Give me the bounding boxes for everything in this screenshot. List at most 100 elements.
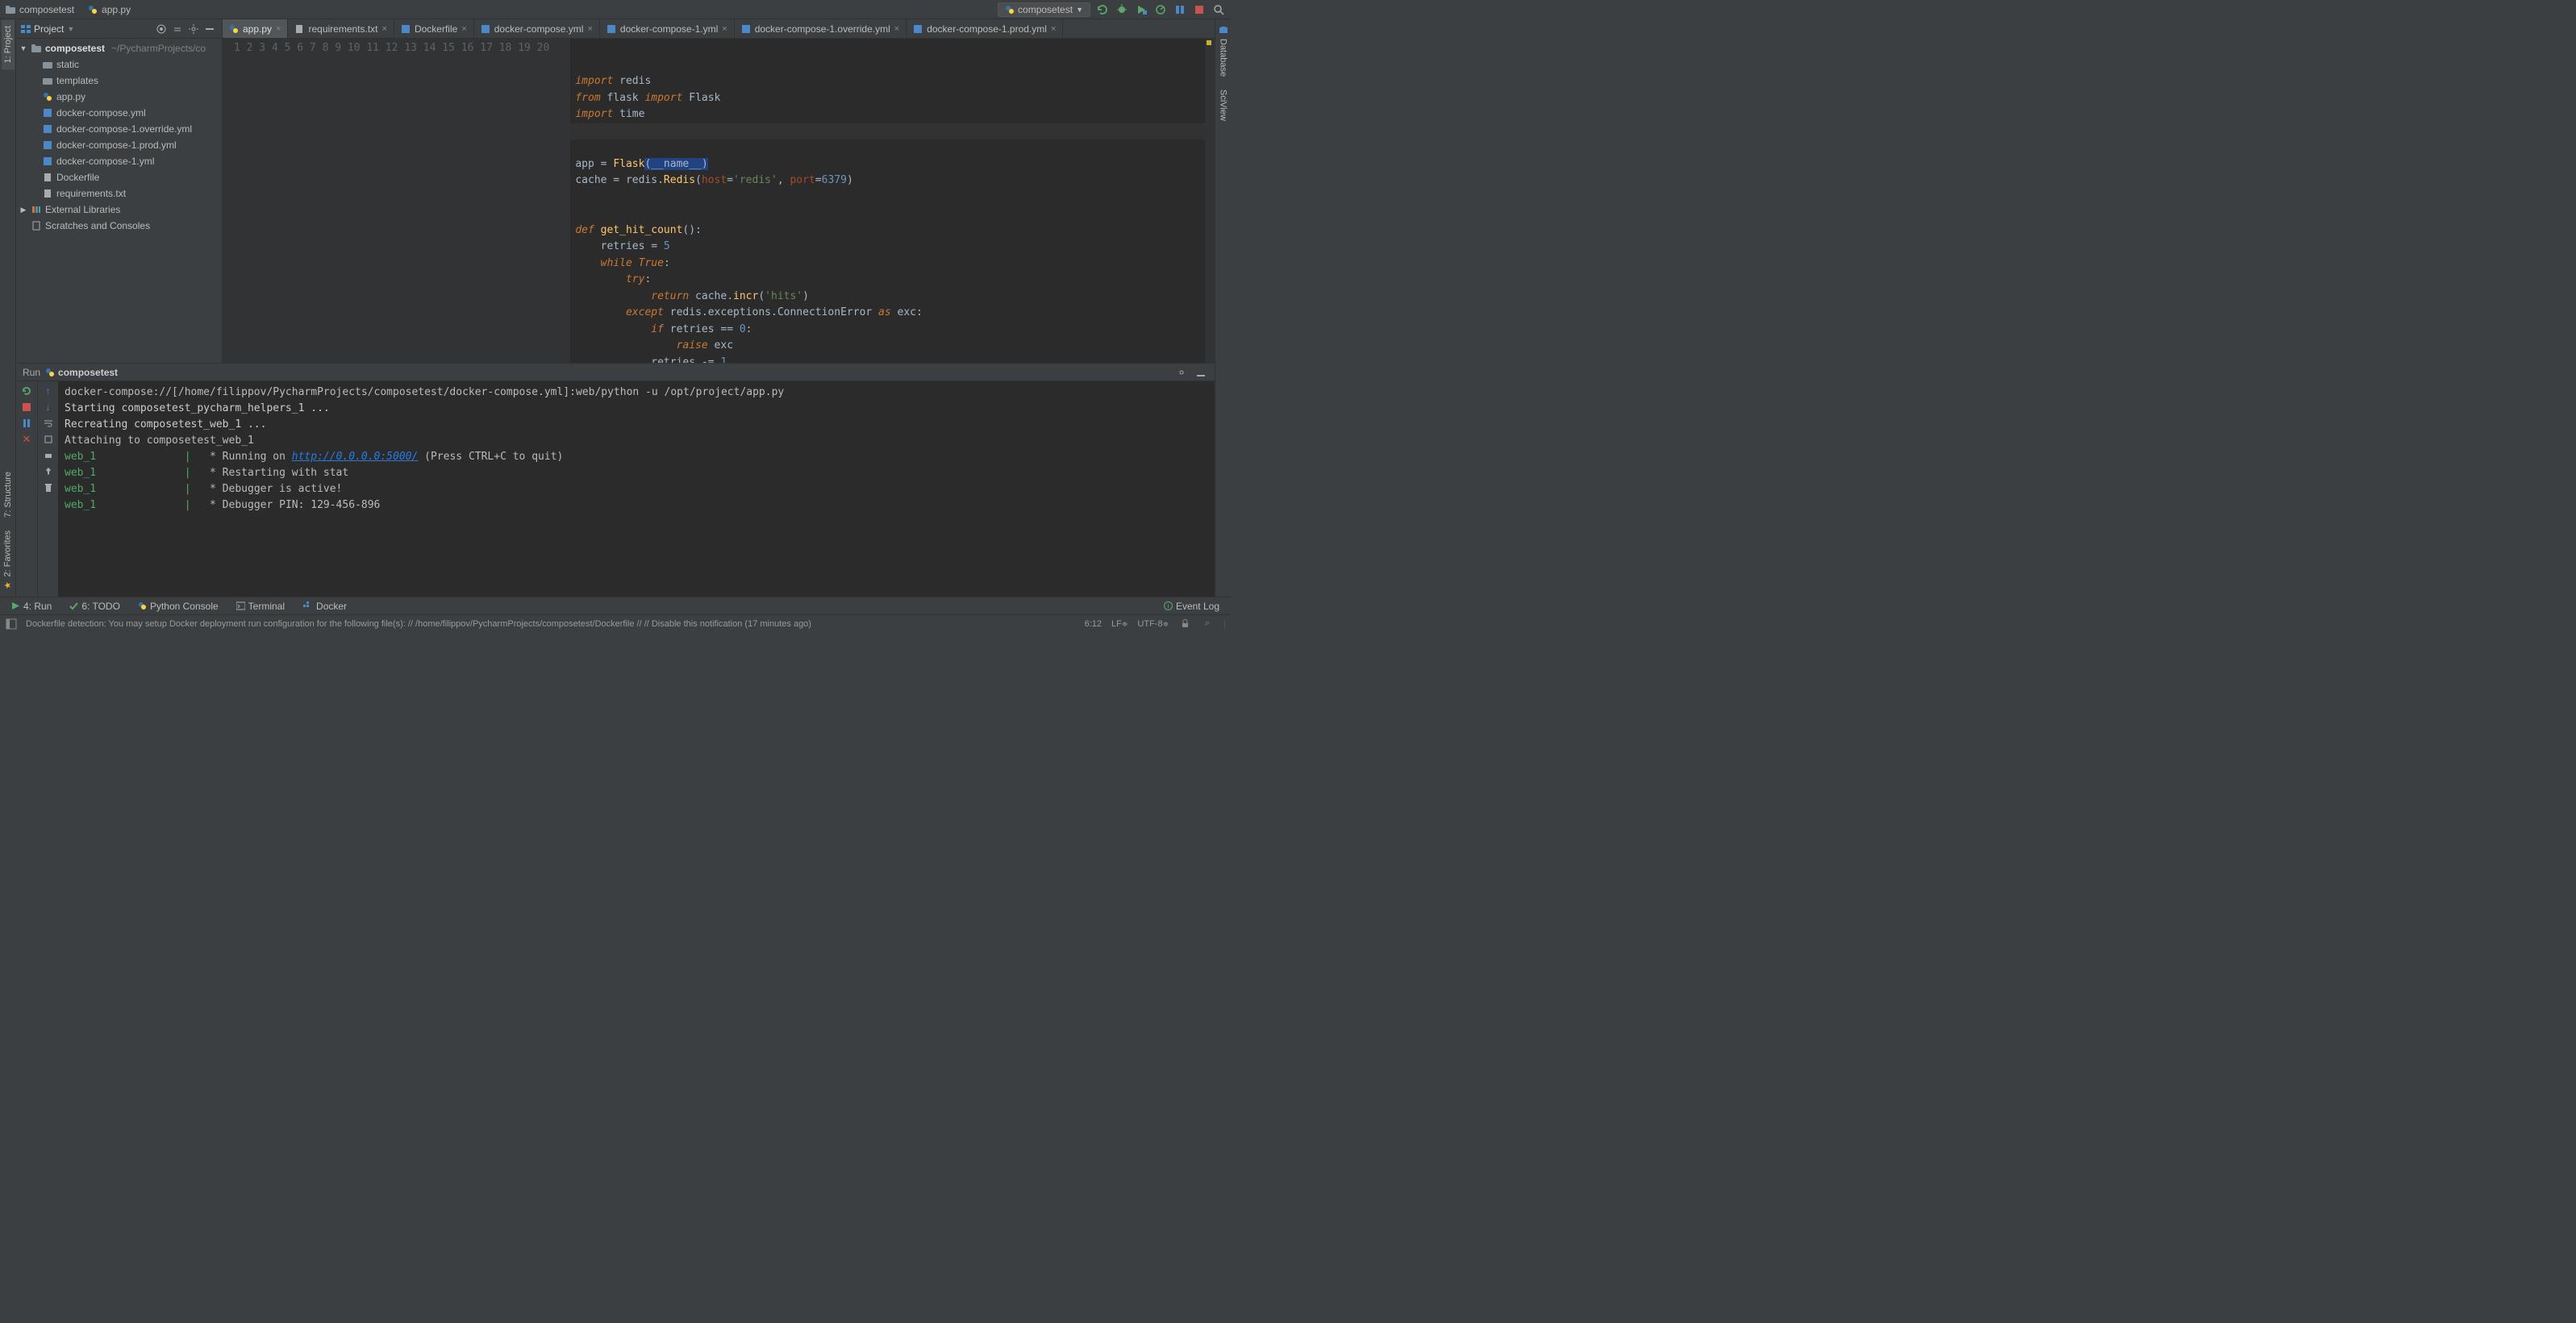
- tree-file[interactable]: Dockerfile: [16, 169, 222, 185]
- line-gutter[interactable]: 1 2 3 4 5 6 7 8 9 10 11 12 13 14 15 16 1…: [223, 39, 559, 363]
- down-icon[interactable]: ↓: [42, 401, 55, 414]
- tab-compose-override[interactable]: docker-compose-1.override.yml×: [735, 19, 907, 38]
- exit-icon[interactable]: ✕: [20, 433, 33, 446]
- status-line-ending[interactable]: LF≑: [1111, 619, 1128, 629]
- project-panel-title[interactable]: Project ▼: [21, 23, 74, 35]
- minimize-icon[interactable]: [1194, 365, 1208, 380]
- close-icon[interactable]: ×: [894, 24, 899, 34]
- tab-requirements[interactable]: requirements.txt×: [288, 19, 394, 38]
- close-icon[interactable]: ×: [382, 24, 387, 34]
- scroll-icon[interactable]: [42, 433, 55, 446]
- file-icon: [294, 24, 304, 34]
- pause-icon[interactable]: [20, 417, 33, 430]
- tool-button-terminal[interactable]: Terminal: [228, 597, 293, 614]
- yaml-file-icon: [913, 24, 923, 34]
- close-icon[interactable]: ×: [276, 24, 281, 34]
- concurrency-icon[interactable]: [1173, 2, 1187, 17]
- print-icon[interactable]: [42, 449, 55, 462]
- tab-dockerfile[interactable]: Dockerfile×: [394, 19, 474, 38]
- tree-file[interactable]: requirements.txt: [16, 185, 222, 202]
- gear-icon[interactable]: [186, 22, 201, 36]
- breadcrumb[interactable]: composetest app.py: [5, 4, 131, 15]
- folder-icon: [42, 75, 53, 86]
- profile-icon[interactable]: [1153, 2, 1168, 17]
- python-file-icon: [229, 24, 239, 34]
- search-everywhere-icon[interactable]: [1211, 2, 1226, 17]
- editor-area: app.py× requirements.txt× Dockerfile× do…: [223, 19, 1215, 363]
- editor-right-gutter[interactable]: [1205, 39, 1215, 363]
- pin-icon[interactable]: [42, 465, 55, 478]
- expand-arrow-icon[interactable]: ▼: [19, 40, 27, 56]
- left-tool-strip: 1: Project 7: Structure ★2: Favorites: [0, 19, 16, 597]
- tab-compose[interactable]: docker-compose.yml×: [474, 19, 600, 38]
- stop-icon[interactable]: [1192, 2, 1207, 17]
- tree-file[interactable]: docker-compose.yml: [16, 105, 222, 121]
- tree-file[interactable]: app.py: [16, 89, 222, 105]
- dropdown-arrow-icon: ▼: [67, 25, 74, 33]
- trash-icon[interactable]: [42, 481, 55, 494]
- tool-button-todo[interactable]: 6: TODO: [61, 597, 128, 614]
- fold-column[interactable]: [559, 39, 570, 363]
- tree-file[interactable]: docker-compose-1.yml: [16, 153, 222, 169]
- tool-button-event-log[interactable]: iEvent Log: [1156, 601, 1228, 612]
- run-console-output[interactable]: docker-compose://[/home/filippov/Pycharm…: [58, 381, 1215, 597]
- docker-file-icon: [401, 24, 411, 34]
- run-config-selector[interactable]: composetest ▼: [998, 2, 1090, 17]
- code-editor[interactable]: 1 2 3 4 5 6 7 8 9 10 11 12 13 14 15 16 1…: [223, 39, 1215, 363]
- close-icon[interactable]: ×: [1051, 24, 1056, 34]
- structure-tool-tab[interactable]: 7: Structure: [2, 465, 15, 524]
- up-icon[interactable]: ↑: [42, 385, 55, 397]
- run-play-icon: [11, 601, 20, 610]
- hide-icon[interactable]: [202, 22, 217, 36]
- yaml-file-icon: [42, 123, 53, 135]
- docker-icon: [302, 601, 313, 610]
- tree-external-libs[interactable]: ▶External Libraries: [16, 202, 222, 218]
- debug-icon[interactable]: [1115, 2, 1129, 17]
- tab-compose-prod[interactable]: docker-compose-1.prod.yml×: [907, 19, 1063, 38]
- tool-button-python-console[interactable]: Python Console: [130, 597, 227, 614]
- inspector-icon[interactable]: ⌕: [1201, 618, 1214, 630]
- close-icon[interactable]: ×: [722, 24, 727, 34]
- lock-icon[interactable]: [1178, 618, 1191, 630]
- tool-button-run[interactable]: 4: Run: [3, 597, 60, 614]
- tab-app-py[interactable]: app.py×: [223, 19, 288, 38]
- event-log-icon: i: [1164, 601, 1173, 610]
- tree-scratches[interactable]: Scratches and Consoles: [16, 218, 222, 234]
- gear-icon[interactable]: [1174, 365, 1189, 380]
- database-tool-tab[interactable]: Database: [1217, 19, 1230, 83]
- status-message[interactable]: Dockerfile detection: You may setup Dock…: [26, 619, 811, 629]
- status-caret-pos[interactable]: 6:12: [1085, 619, 1102, 629]
- tree-dir[interactable]: static: [16, 56, 222, 73]
- close-icon[interactable]: ×: [587, 24, 592, 34]
- run-toolbar-left: ✕: [16, 381, 37, 597]
- run-rerun-icon[interactable]: [1095, 2, 1110, 17]
- tree-file[interactable]: docker-compose-1.prod.yml: [16, 137, 222, 153]
- close-icon[interactable]: ×: [461, 24, 466, 34]
- tree-dir[interactable]: templates: [16, 73, 222, 89]
- target-icon[interactable]: [154, 22, 169, 36]
- folder-icon: [31, 43, 42, 54]
- collapse-all-icon[interactable]: [170, 22, 185, 36]
- yaml-file-icon: [481, 24, 490, 34]
- folder-icon: [5, 4, 16, 15]
- favorites-tool-tab[interactable]: ★2: Favorites: [1, 524, 15, 597]
- stop-icon[interactable]: [20, 401, 33, 414]
- status-encoding[interactable]: UTF-8≑: [1137, 619, 1169, 629]
- inspection-marker-icon[interactable]: [1207, 40, 1211, 45]
- tab-compose-1[interactable]: docker-compose-1.yml×: [600, 19, 735, 38]
- tool-button-docker[interactable]: Docker: [294, 597, 355, 614]
- tree-project-root[interactable]: ▼ composetest ~/PycharmProjects/co: [16, 40, 222, 56]
- tool-windows-icon[interactable]: [5, 618, 18, 630]
- wrap-icon[interactable]: [42, 417, 55, 430]
- tree-file[interactable]: docker-compose-1.override.yml: [16, 121, 222, 137]
- run-coverage-icon[interactable]: [1134, 2, 1148, 17]
- rerun-icon[interactable]: [20, 385, 33, 397]
- project-tool-tab[interactable]: 1: Project: [2, 19, 15, 69]
- sciview-tool-tab[interactable]: SciView: [1217, 83, 1230, 127]
- project-tree[interactable]: ▼ composetest ~/PycharmProjects/co stati…: [16, 39, 222, 363]
- run-toolbar-left-2: ↑ ↓: [37, 381, 58, 597]
- python-icon: [138, 601, 147, 610]
- yaml-file-icon: [741, 24, 751, 34]
- code-content[interactable]: import redis from flask import Flask imp…: [570, 39, 1205, 363]
- svg-text:i: i: [1168, 603, 1169, 610]
